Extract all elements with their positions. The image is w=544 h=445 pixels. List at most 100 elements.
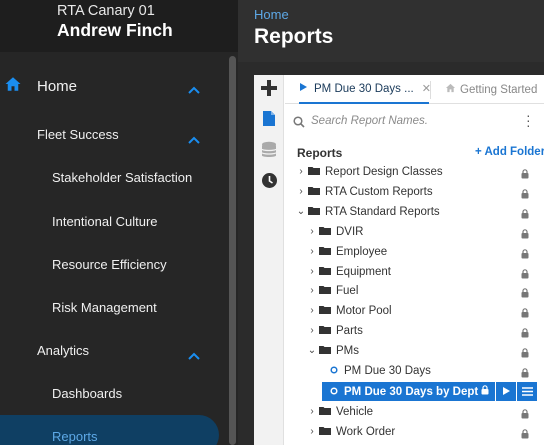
home-icon [4,75,22,98]
tab-label: Getting Started [460,83,538,96]
chevron-right-icon[interactable]: › [307,325,317,336]
tree-folder[interactable]: › Fuel [307,281,358,300]
user-name: Andrew Finch [57,20,173,40]
sidebar-item-label: Home [37,78,78,95]
chevron-right-icon[interactable]: › [307,406,317,417]
tree-folder[interactable]: ⌄ RTA Standard Reports [296,202,440,221]
report-label: PM Due 30 Days by Dept [344,385,479,398]
more-options-icon[interactable]: · · · [526,108,531,132]
search-icon [293,115,305,133]
tree-folder[interactable]: › Report Design Classes [296,162,443,181]
chevron-up-icon [188,347,200,365]
folder-icon [319,285,331,297]
add-button[interactable] [254,76,284,104]
chevron-up-icon [188,131,200,149]
tree-folder[interactable]: › Vehicle [307,402,373,421]
folder-icon [319,426,331,438]
chevron-right-icon[interactable]: › [307,305,317,316]
lock-icon [521,406,529,424]
folder-label: Report Design Classes [325,165,443,178]
lock-icon [481,385,489,398]
page-title: Reports [254,25,334,48]
chevron-right-icon[interactable]: › [296,186,306,197]
folder-icon [319,266,331,278]
chevron-right-icon[interactable]: › [296,166,306,177]
user-info: RTA Canary 01 Andrew Finch [0,0,238,52]
sidebar-item-risk-management[interactable]: Risk Management [0,299,226,319]
tree-folder[interactable]: › RTA Custom Reports [296,182,432,201]
folder-label: Motor Pool [336,304,392,317]
lock-icon [521,325,529,343]
sidebar-item-label: Resource Efficiency [52,257,167,272]
tree-folder[interactable]: ⌄ PMs [307,341,359,360]
tree-folder[interactable]: › Employee [307,242,387,261]
run-report-button[interactable] [496,382,516,401]
tree-report-selected[interactable]: PM Due 30 Days by Dept [322,382,495,401]
tree-folder[interactable]: › DVIR [307,222,363,241]
menu-icon [521,383,533,401]
sidebar-item-dashboards[interactable]: Dashboards [0,385,226,405]
plus-icon [260,79,278,102]
sidebar-item-label: Dashboards [52,386,123,401]
sidebar-item-label: Intentional Culture [52,214,158,229]
reports-view-button[interactable] [254,107,284,135]
chevron-right-icon[interactable]: › [307,246,317,257]
chevron-up-icon [188,81,200,99]
tree-heading: Reports [297,146,343,160]
chevron-right-icon[interactable]: › [307,266,317,277]
sidebar-item-resource-efficiency[interactable]: Resource Efficiency [0,256,226,276]
report-menu-button[interactable] [517,382,537,401]
folder-icon [308,186,320,198]
selected-report-actions [495,382,537,401]
sidebar-item-label: Analytics [37,343,90,358]
tree-report[interactable]: PM Due 30 Days [330,361,431,380]
tool-rail [254,75,284,445]
chevron-right-icon[interactable]: › [307,226,317,237]
folder-label: Work Order [336,425,396,438]
folder-icon [319,305,331,317]
play-icon [299,82,308,95]
add-folder-button[interactable]: + Add Folder [475,146,544,158]
lock-icon [521,285,529,303]
chevron-right-icon[interactable]: › [307,426,317,437]
database-icon [261,141,277,164]
sidebar-scrollbar[interactable] [229,56,236,445]
report-label: PM Due 30 Days [344,364,431,377]
sidebar-item-fleet-success[interactable]: Fleet Success [0,126,226,146]
chevron-down-icon[interactable]: ⌄ [296,206,306,217]
folder-label: Employee [336,245,388,258]
sidebar-item-reports[interactable]: Reports [0,415,219,445]
chevron-right-icon[interactable]: › [307,285,317,296]
org-name: RTA Canary 01 [57,3,155,19]
tree-folder[interactable]: › Parts [307,321,363,340]
sidebar-item-label: Risk Management [52,300,157,315]
play-icon [502,383,511,401]
history-button[interactable] [254,169,284,197]
tab-divider [430,81,431,99]
folder-label: Equipment [336,265,391,278]
lock-icon [521,345,529,363]
sidebar-item-intentional-culture[interactable]: Intentional Culture [0,213,226,233]
tree-folder[interactable]: › Work Order [307,422,395,441]
tree-folder[interactable]: › Motor Pool [307,301,392,320]
sidebar-item-stakeholder-satisfaction[interactable]: Stakeholder Satisfaction [0,169,226,189]
lock-icon [521,166,529,184]
search-input[interactable] [311,111,511,131]
database-button[interactable] [254,138,284,166]
chevron-down-icon[interactable]: ⌄ [307,345,317,356]
search-bar: ··· [285,108,544,134]
sidebar-item-label: Stakeholder Satisfaction [52,170,193,185]
sidebar-item-analytics[interactable]: Analytics [0,342,226,362]
folder-icon [308,206,320,218]
folder-label: PMs [336,344,359,357]
tab-pm-due-30-days[interactable]: PM Due 30 Days ... ✕ [299,75,431,104]
tree-folder[interactable]: › Equipment [307,262,391,281]
sidebar-item-label: Reports [52,429,98,444]
folder-label: RTA Standard Reports [325,205,440,218]
folder-icon [319,246,331,258]
breadcrumb[interactable]: Home [254,7,289,22]
clock-icon [261,172,278,194]
sidebar-item-home[interactable]: Home [0,76,226,100]
tab-label: PM Due 30 Days ... [314,82,414,95]
tab-getting-started[interactable]: Getting Started [445,75,544,104]
